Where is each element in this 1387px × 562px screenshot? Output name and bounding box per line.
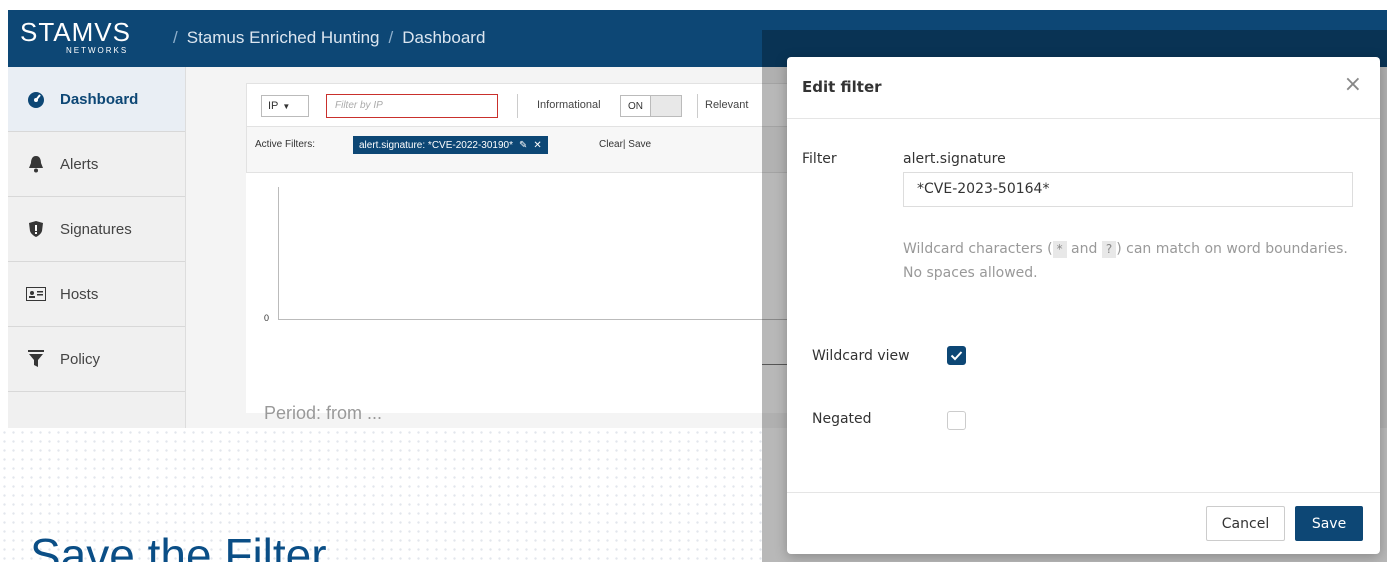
sidebar: Dashboard Alerts Signatures Hosts Policy	[8, 67, 186, 428]
logo-text: STAMVS	[20, 17, 131, 47]
sidebar-item-dashboard[interactable]: Dashboard	[8, 67, 185, 132]
main-content: IP ▼ Filter by IP Informational ON Relev…	[246, 83, 846, 423]
active-filters-label: Active Filters:	[255, 139, 316, 150]
save-button[interactable]: Save	[1295, 506, 1363, 541]
sidebar-item-label: Alerts	[60, 155, 99, 173]
toggle-on-label: ON	[621, 96, 651, 116]
bell-icon	[26, 154, 46, 174]
dashboard-icon	[26, 89, 46, 109]
modal-header: Edit filter ×	[787, 57, 1380, 119]
close-icon[interactable]: ✕	[533, 140, 541, 151]
modal-title: Edit filter	[802, 78, 882, 96]
cancel-button[interactable]: Cancel	[1206, 506, 1285, 541]
sidebar-item-label: Policy	[60, 350, 101, 368]
sidebar-item-signatures[interactable]: Signatures	[8, 197, 185, 262]
sidebar-item-policy[interactable]: Policy	[8, 327, 185, 392]
id-card-icon	[26, 284, 46, 304]
negated-checkbox[interactable]	[947, 411, 966, 430]
breadcrumb: / Stamus Enriched Hunting / Dashboard	[164, 28, 485, 48]
active-filters-bar: Active Filters: alert.signature: *CVE-20…	[246, 127, 846, 173]
modal-footer: Cancel Save	[787, 492, 1380, 554]
breadcrumb-separator: /	[173, 28, 178, 47]
filter-chip-label: alert.signature: *CVE-2022-30190*	[359, 139, 513, 151]
breadcrumb-separator: /	[388, 28, 394, 47]
divider	[517, 94, 518, 118]
filter-icon	[26, 349, 46, 369]
toggle-off-area	[651, 96, 681, 116]
negated-label: Negated	[812, 411, 872, 427]
filter-value-input[interactable]: *CVE-2023-50164*	[903, 172, 1353, 207]
filter-field-name: alert.signature	[903, 151, 1006, 167]
help-text: and	[1071, 241, 1098, 257]
sidebar-item-hosts[interactable]: Hosts	[8, 262, 185, 327]
sidebar-item-label: Hosts	[60, 285, 99, 303]
filter-actions: Clear| Save	[599, 139, 652, 150]
chevron-down-icon: ▼	[282, 101, 291, 111]
help-text: ) can match on word boundaries.	[1116, 241, 1348, 257]
wildcard-view-label: Wildcard view	[812, 348, 910, 364]
timeline-chart: 0 Period: from ...	[246, 173, 846, 423]
wildcard-view-checkbox[interactable]	[947, 346, 966, 365]
save-filters-link[interactable]: Save	[628, 139, 651, 150]
shield-icon	[26, 219, 46, 239]
filter-input[interactable]: Filter by IP	[326, 94, 498, 118]
ip-filter-select[interactable]: IP ▼	[261, 95, 309, 117]
breadcrumb-item[interactable]: Stamus Enriched Hunting	[187, 28, 380, 47]
filter-chip[interactable]: alert.signature: *CVE-2022-30190* ✎ ✕	[353, 136, 548, 154]
breadcrumb-item[interactable]: Dashboard	[402, 28, 485, 47]
x-axis	[278, 319, 838, 320]
sidebar-item-alerts[interactable]: Alerts	[8, 132, 185, 197]
help-text: Wildcard characters (	[903, 241, 1053, 257]
logo[interactable]: STAMVS NETWORKS	[20, 17, 131, 55]
help-text: No spaces allowed.	[903, 265, 1038, 281]
period-label: Period: from ...	[264, 403, 383, 423]
filter-label: Filter	[802, 151, 837, 167]
wildcard-question-badge: ?	[1101, 241, 1117, 258]
informational-label: Informational	[537, 99, 601, 111]
wildcard-star-badge: *	[1052, 241, 1067, 258]
pencil-icon[interactable]: ✎	[519, 140, 527, 151]
logo-subtext: NETWORKS	[66, 46, 129, 55]
informational-toggle[interactable]: ON	[620, 95, 682, 117]
wildcard-help-text: Wildcard characters (* and ?) can match …	[903, 237, 1353, 285]
clear-filters-link[interactable]: Clear	[599, 139, 623, 150]
ip-select-value: IP	[268, 100, 279, 112]
sidebar-item-label: Signatures	[60, 220, 132, 238]
close-icon[interactable]: ×	[1344, 74, 1362, 96]
divider	[697, 94, 698, 118]
sidebar-item-label: Dashboard	[60, 90, 139, 108]
filter-toolbar: IP ▼ Filter by IP Informational ON Relev…	[246, 83, 846, 127]
relevant-label: Relevant	[705, 99, 749, 111]
edit-filter-modal: Edit filter × Filter alert.signature *CV…	[787, 57, 1380, 554]
slide-title: Save the Filter	[30, 529, 327, 562]
backdrop-axis-line	[762, 364, 788, 365]
checkmark-icon	[950, 351, 963, 361]
y-axis	[278, 187, 279, 319]
y-tick-label: 0	[264, 313, 270, 323]
